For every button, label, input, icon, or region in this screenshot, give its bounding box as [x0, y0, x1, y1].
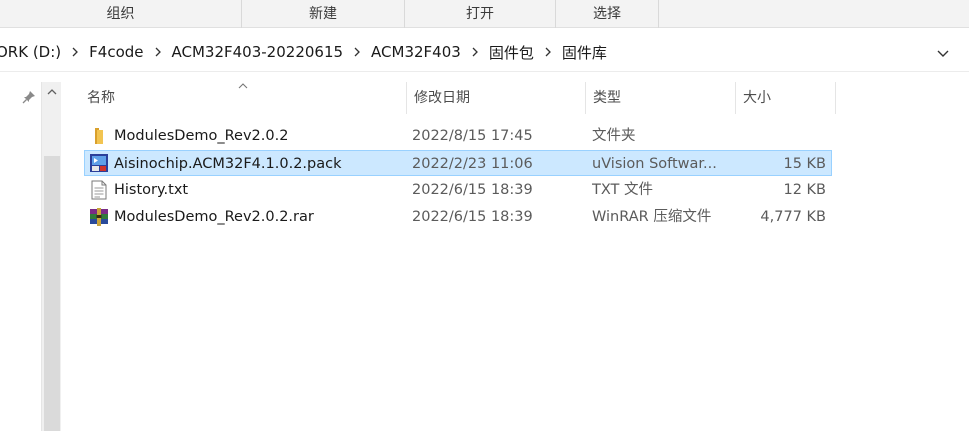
column-type-label: 类型 [593, 90, 621, 106]
file-modified: 2022/6/15 18:39 [412, 209, 533, 225]
text-file-icon [91, 180, 107, 200]
chevron-right-icon[interactable] [343, 45, 371, 60]
column-size[interactable]: 大小 [736, 82, 836, 114]
file-name: History.txt [114, 182, 189, 198]
chevron-right-icon[interactable] [144, 45, 172, 60]
file-row[interactable]: ModulesDemo_Rev2.0.2 2022/8/15 17:45 文件夹 [84, 123, 832, 149]
column-size-label: 大小 [743, 90, 771, 106]
column-name-label: 名称 [87, 90, 115, 106]
pack-file-icon [90, 154, 108, 172]
file-name: ModulesDemo_Rev2.0.2 [114, 128, 289, 144]
sort-ascending-icon [238, 83, 248, 89]
file-size: 15 KB [783, 156, 826, 172]
file-name: Aisinochip.ACM32F4.1.0.2.pack [114, 156, 342, 172]
ribbon-group-label: 打开 [466, 6, 494, 22]
file-modified: 2022/8/15 17:45 [412, 128, 533, 144]
breadcrumb-acm32f403-20220615[interactable]: ACM32F403-20220615 [172, 43, 344, 61]
address-bar[interactable]: ORK (D:) F4code ACM32F403-20220615 ACM32… [0, 32, 969, 72]
breadcrumb-f4code[interactable]: F4code [89, 43, 143, 61]
ribbon-group-open[interactable]: 打开 [405, 0, 556, 28]
file-size [734, 123, 826, 149]
file-row-selected[interactable]: Aisinochip.ACM32F4.1.0.2.pack 2022/2/23 … [84, 150, 832, 176]
chevron-right-icon[interactable] [534, 45, 562, 60]
column-name[interactable]: 名称 [80, 82, 407, 114]
file-type: TXT 文件 [592, 182, 654, 198]
ribbon-group-select[interactable]: 选择 [556, 0, 659, 28]
file-type: 文件夹 [592, 128, 636, 144]
ribbon-group-labels: 组织 新建 打开 选择 [0, 0, 969, 28]
scroll-up-arrow-icon[interactable] [47, 88, 57, 96]
ribbon-group-label: 新建 [309, 6, 337, 22]
breadcrumb-firmware-package[interactable]: 固件包 [489, 42, 534, 63]
folder-icon [95, 128, 103, 144]
breadcrumb-acm32f403[interactable]: ACM32F403 [371, 43, 461, 61]
column-header: 名称 修改日期 类型 大小 [80, 82, 840, 114]
column-modified[interactable]: 修改日期 [407, 82, 586, 114]
file-type: uVision Softwar... [592, 156, 717, 172]
ribbon-group-label: 组织 [106, 6, 135, 22]
file-row[interactable]: History.txt 2022/6/15 18:39 TXT 文件 12 KB [84, 177, 832, 203]
chevron-right-icon[interactable] [61, 45, 89, 60]
breadcrumb-drive[interactable]: ORK (D:) [0, 43, 61, 61]
scrollbar-thumb[interactable] [44, 156, 60, 431]
ribbon-group-label: 选择 [593, 6, 621, 22]
file-modified: 2022/2/23 11:06 [412, 156, 533, 172]
file-row[interactable]: ModulesDemo_Rev2.0.2.rar 2022/6/15 18:39… [84, 204, 832, 230]
file-modified: 2022/6/15 18:39 [412, 182, 533, 198]
pin-icon[interactable] [22, 90, 36, 104]
file-name: ModulesDemo_Rev2.0.2.rar [114, 209, 314, 225]
chevron-down-icon[interactable] [934, 44, 952, 62]
ribbon-group-organize[interactable]: 组织 [0, 0, 242, 28]
file-size: 4,777 KB [760, 209, 826, 225]
breadcrumb-firmware-library[interactable]: 固件库 [562, 42, 607, 63]
file-size: 12 KB [783, 182, 826, 198]
file-type: WinRAR 压缩文件 [592, 209, 712, 225]
ribbon-group-new[interactable]: 新建 [242, 0, 405, 28]
navigation-scrollbar[interactable] [41, 82, 61, 431]
column-type[interactable]: 类型 [586, 82, 736, 114]
rar-archive-icon [90, 208, 108, 226]
column-modified-label: 修改日期 [414, 90, 470, 106]
navigation-pane [0, 82, 62, 431]
breadcrumb: ORK (D:) F4code ACM32F403-20220615 ACM32… [0, 32, 607, 72]
chevron-right-icon[interactable] [461, 45, 489, 60]
